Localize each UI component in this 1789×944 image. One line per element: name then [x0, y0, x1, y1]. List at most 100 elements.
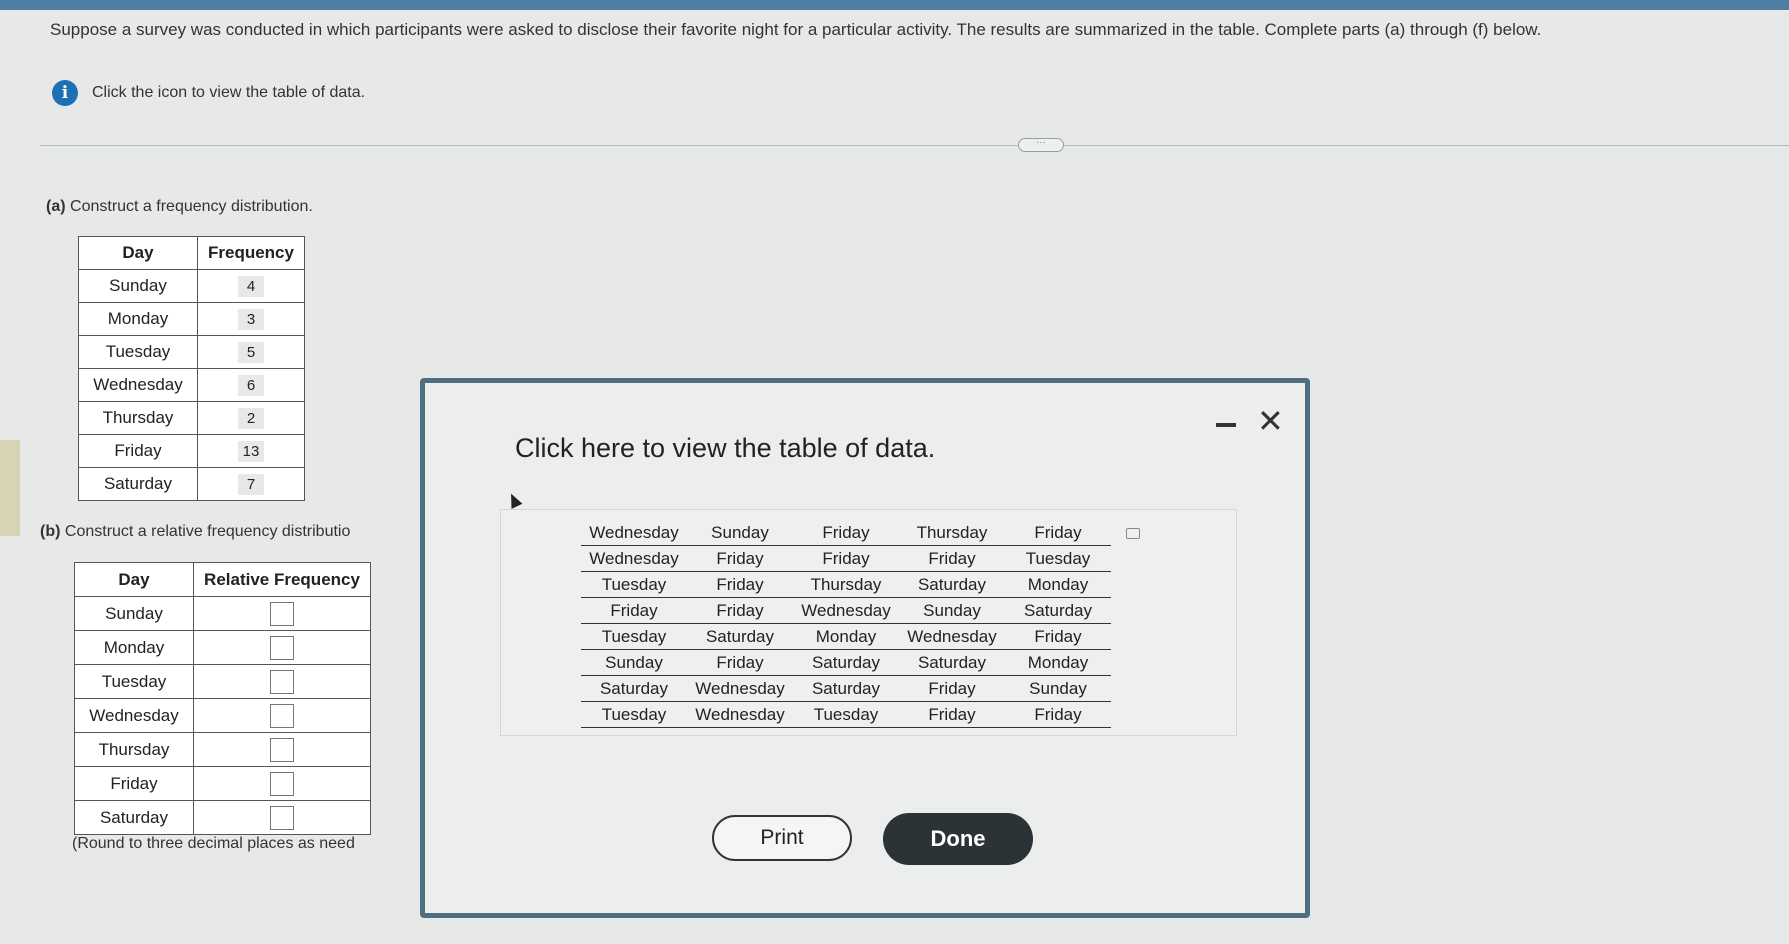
data-cell: Tuesday [793, 701, 899, 728]
relative-frequency-input[interactable] [270, 601, 294, 626]
freq-day-cell: Saturday [78, 467, 198, 501]
rel-day-cell: Tuesday [74, 664, 194, 699]
data-cell: Friday [793, 545, 899, 572]
part-b-label: (b) [40, 523, 61, 540]
data-cell: Tuesday [581, 623, 687, 650]
table-row: Friday [74, 766, 371, 801]
info-row: i Click the icon to view the table of da… [52, 80, 365, 106]
freq-value: 3 [238, 308, 264, 330]
data-cell: Friday [899, 675, 1005, 702]
table-row: Friday Friday Wednesday Sunday Saturday [581, 597, 1111, 624]
expand-handle-icon[interactable]: ··· [1018, 138, 1064, 152]
data-cell: Sunday [687, 520, 793, 546]
data-table-modal: ✕ Click here to view the table of data. … [420, 378, 1310, 918]
info-icon[interactable]: i [52, 80, 78, 106]
data-cell: Sunday [1005, 675, 1111, 702]
table-row: Saturday 7 [78, 467, 305, 501]
divider [40, 145, 1789, 146]
data-cell: Tuesday [581, 701, 687, 728]
table-row: Monday [74, 630, 371, 665]
freq-header-day: Day [78, 236, 198, 270]
data-cell: Saturday [1005, 597, 1111, 624]
freq-value: 7 [238, 473, 264, 495]
part-b-text: Construct a relative frequency distribut… [64, 523, 351, 540]
rel-day-cell: Saturday [74, 800, 194, 835]
freq-day-cell: Tuesday [78, 335, 198, 369]
round-note: (Round to three decimal places as need [72, 835, 355, 852]
data-cell: Friday [1005, 520, 1111, 546]
survey-data-table: Wednesday Sunday Friday Thursday Friday Wedn… [581, 520, 1111, 728]
minimize-icon[interactable] [1216, 423, 1236, 427]
data-cell: Monday [1005, 571, 1111, 598]
freq-value: 6 [238, 374, 264, 396]
relative-frequency-input[interactable] [270, 669, 294, 694]
table-row: Friday 13 [78, 434, 305, 468]
frequency-table: Day Frequency Sunday 4 Monday 3 Tuesday 5 W… [78, 236, 305, 501]
rel-day-cell: Thursday [74, 732, 194, 767]
top-bar [0, 0, 1789, 10]
data-cell: Wednesday [687, 675, 793, 702]
relative-frequency-input[interactable] [270, 737, 294, 762]
freq-day-cell: Thursday [78, 401, 198, 435]
done-button[interactable]: Done [883, 813, 1033, 865]
print-button[interactable]: Print [712, 815, 852, 861]
relative-frequency-input[interactable] [270, 771, 294, 796]
table-row: Sunday [74, 596, 371, 631]
data-cell: Wednesday [899, 623, 1005, 650]
part-a-prompt: (a) Construct a frequency distribution. [46, 198, 313, 216]
table-row: Tuesday Wednesday Tuesday Friday Friday [581, 701, 1111, 728]
data-cell: Saturday [687, 623, 793, 650]
table-row: Thursday [74, 732, 371, 767]
rel-day-cell: Sunday [74, 596, 194, 631]
table-row: Sunday Friday Saturday Saturday Monday [581, 649, 1111, 676]
rel-day-cell: Monday [74, 630, 194, 665]
data-cell: Wednesday [687, 701, 793, 728]
table-row: Wednesday Sunday Friday Thursday Friday [581, 520, 1111, 546]
part-a-label: (a) [46, 198, 66, 215]
data-cell: Wednesday [581, 520, 687, 546]
data-cell: Friday [687, 649, 793, 676]
left-accent-bar [0, 440, 20, 536]
relative-frequency-input[interactable] [270, 635, 294, 660]
data-cell: Wednesday [581, 545, 687, 572]
data-cell: Thursday [793, 571, 899, 598]
data-cell: Friday [687, 597, 793, 624]
data-cell: Friday [1005, 623, 1111, 650]
relative-frequency-input[interactable] [270, 805, 294, 830]
data-cell: Friday [581, 597, 687, 624]
copy-icon[interactable] [1126, 528, 1140, 539]
table-row: Tuesday 5 [78, 335, 305, 369]
data-cell: Saturday [793, 649, 899, 676]
freq-header-frequency: Frequency [197, 236, 305, 270]
relative-frequency-input[interactable] [270, 703, 294, 728]
question-text: Suppose a survey was conducted in which … [50, 20, 1542, 39]
data-cell: Tuesday [1005, 545, 1111, 572]
rel-header-day: Day [74, 562, 194, 597]
data-cell: Monday [1005, 649, 1111, 676]
close-icon[interactable]: ✕ [1257, 405, 1284, 437]
data-cell: Saturday [793, 675, 899, 702]
table-row: Tuesday [74, 664, 371, 699]
table-row: Saturday Wednesday Saturday Friday Sunday [581, 675, 1111, 702]
data-panel: Wednesday Sunday Friday Thursday Friday Wedn… [500, 509, 1237, 736]
table-row: Wednesday Friday Friday Friday Tuesday [581, 545, 1111, 572]
info-text: Click the icon to view the table of data… [92, 84, 366, 101]
data-cell: Saturday [899, 571, 1005, 598]
data-cell: Friday [899, 545, 1005, 572]
table-row: Monday 3 [78, 302, 305, 336]
modal-title: Click here to view the table of data. [515, 433, 936, 463]
data-cell: Saturday [899, 649, 1005, 676]
data-cell: Monday [793, 623, 899, 650]
freq-day-cell: Sunday [78, 269, 198, 303]
data-cell: Sunday [581, 649, 687, 676]
freq-value: 2 [238, 407, 264, 429]
data-cell: Friday [687, 571, 793, 598]
table-row: Tuesday Saturday Monday Wednesday Friday [581, 623, 1111, 650]
rel-day-cell: Wednesday [74, 698, 194, 733]
data-cell: Wednesday [793, 597, 899, 624]
table-row: Thursday 2 [78, 401, 305, 435]
freq-value: 5 [238, 341, 264, 363]
data-cell: Friday [793, 520, 899, 546]
data-cell: Tuesday [581, 571, 687, 598]
part-b-prompt: (b) Construct a relative frequency distr… [40, 523, 350, 541]
